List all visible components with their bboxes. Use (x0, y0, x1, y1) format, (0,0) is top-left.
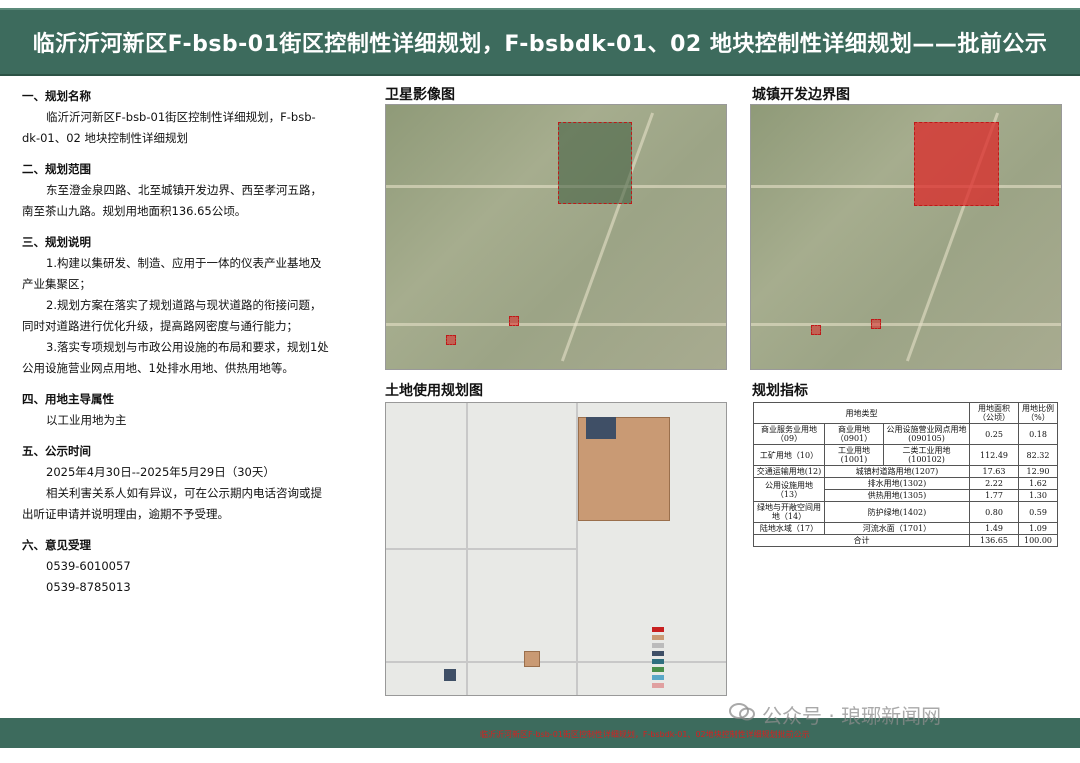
phone-number: 0539-8785013 (46, 580, 131, 594)
table-header-row: 用地类型 用地面积（公顷） 用地比例（%） (753, 402, 1058, 424)
cell-ratio: 1.62 (1018, 477, 1058, 490)
cell-category-1: 交通运输用地(12) (753, 465, 825, 478)
landuse-map-title: 土地使用规划图 (385, 383, 483, 399)
plan-description: 一、规划名称 临沂沂河新区F-bsb-01街区控制性详细规划，F-bsb- dk… (22, 86, 367, 598)
footer-text: 临沂沂河新区F-bsb-01街区控制性详细规划，F-bsbdk-01、02地块控… (480, 730, 810, 739)
cell-total-area: 136.65 (969, 534, 1019, 547)
section-line: 以工业用地为主 (46, 413, 127, 427)
cell-category-2: 工业用地(1001) (823, 444, 885, 466)
cell-category-2: 供热用地(1305) (823, 489, 971, 502)
section-line: 临沂沂河新区F-bsb-01街区控制性详细规划，F-bsb- (46, 110, 316, 124)
section-plan-scope: 二、规划范围 东至澄金泉四路、北至城镇开发边界、西至孝河五路， 南至茶山九路。规… (22, 159, 367, 222)
header-ratio: 用地比例（%） (1018, 402, 1058, 424)
section-line: 2025年4月30日--2025年5月29日（30天） (46, 465, 275, 479)
cell-category-1: 公用设施用地（13） (753, 477, 825, 502)
cell-category-1: 陆地水域（17） (753, 522, 825, 535)
boundary-map (750, 104, 1062, 370)
cell-category-2: 城镇村道路用地(1207) (823, 465, 971, 478)
header-area: 用地面积（公顷） (969, 402, 1019, 424)
table-row: 交通运输用地(12) 城镇村道路用地(1207) 17.63 12.90 (753, 465, 1058, 478)
section-line: 3.落实专项规划与市政公用设施的布局和要求，规划1处 (46, 340, 329, 354)
cell-category-2: 河流水面（1701） (823, 522, 971, 535)
cell-area: 2.22 (969, 477, 1019, 490)
cell-area: 17.63 (969, 465, 1019, 478)
table-row: 工矿用地（10） 工业用地(1001) 二类工业用地(100102) 112.4… (753, 444, 1058, 466)
satellite-map-title: 卫星影像图 (385, 87, 455, 103)
cell-category-1: 工矿用地（10） (753, 444, 825, 466)
section-plan-name: 一、规划名称 临沂沂河新区F-bsb-01街区控制性详细规划，F-bsb- dk… (22, 86, 367, 149)
development-boundary-parcel (871, 319, 881, 329)
cell-ratio: 0.18 (1018, 423, 1058, 445)
table-row: 公用设施用地（13） 排水用地(1302) 2.22 1.62 (753, 477, 1058, 502)
industrial-land-parcel (524, 651, 540, 667)
plan-area-parcel (446, 335, 456, 345)
header-banner: 临沂沂河新区F-bsb-01街区控制性详细规划，F-bsbdk-01、02 地块… (0, 8, 1080, 76)
cell-ratio: 0.59 (1018, 501, 1058, 523)
landuse-legend (652, 625, 704, 689)
page-title: 临沂沂河新区F-bsb-01街区控制性详细规划，F-bsbdk-01、02 地块… (32, 32, 1048, 57)
cell-category-1: 商业服务业用地（09） (753, 423, 825, 445)
wechat-icon (729, 703, 755, 721)
section-line: 南至茶山九路。规划用地面积136.65公顷。 (22, 204, 247, 218)
section-heading: 一、规划名称 (22, 89, 91, 103)
development-boundary-parcel (811, 325, 821, 335)
watermark: 公众号 · 琅琊新闻网 (762, 704, 942, 728)
table-total-row: 合计 136.65 100.00 (753, 534, 1058, 547)
cell-category-3: 公用设施营业网点用地(090105) (883, 423, 970, 445)
section-heading: 五、公示时间 (22, 444, 91, 458)
cell-area: 112.49 (969, 444, 1019, 466)
section-line: 公用设施营业网点用地、1处排水用地、供热用地等。 (22, 361, 294, 375)
section-feedback: 六、意见受理 0539-6010057 0539-8785013 (22, 535, 367, 598)
table-row: 绿地与开敞空间用地（14） 防护绿地(1402) 0.80 0.59 (753, 501, 1058, 523)
section-heading: 六、意见受理 (22, 538, 91, 552)
section-line: 1.构建以集研发、制造、应用于一体的仪表产业基地及 (46, 256, 322, 270)
indicators-title: 规划指标 (752, 383, 808, 399)
cell-category-3: 二类工业用地(100102) (883, 444, 970, 466)
landuse-map (385, 402, 727, 696)
cell-total-label: 合计 (753, 534, 970, 547)
cell-ratio: 12.90 (1018, 465, 1058, 478)
section-line: 同时对道路进行优化升级，提高路网密度与通行能力； (22, 319, 298, 333)
section-heading: 二、规划范围 (22, 162, 91, 176)
table-row: 陆地水域（17） 河流水面（1701） 1.49 1.09 (753, 522, 1058, 535)
cell-area: 0.80 (969, 501, 1019, 523)
public-facility-parcel (444, 669, 456, 681)
public-facility-parcel (586, 417, 616, 439)
boundary-map-title: 城镇开发边界图 (752, 87, 850, 103)
section-line: 出听证申请并说明理由，逾期不予受理。 (22, 507, 229, 521)
section-plan-notes: 三、规划说明 1.构建以集研发、制造、应用于一体的仪表产业基地及 产业集聚区； … (22, 232, 367, 379)
cell-category-2: 商业用地（0901） (823, 423, 885, 445)
section-line: 产业集聚区； (22, 277, 91, 291)
cell-category-2: 防护绿地(1402) (823, 501, 971, 523)
plan-area-parcel (509, 316, 519, 326)
section-land-attribute: 四、用地主导属性 以工业用地为主 (22, 389, 367, 431)
satellite-map (385, 104, 727, 370)
cell-category-2: 排水用地(1302) (823, 477, 971, 490)
cell-area: 1.49 (969, 522, 1019, 535)
cell-area: 1.77 (969, 489, 1019, 502)
section-line: 2.规划方案在落实了规划道路与现状道路的衔接问题， (46, 298, 322, 312)
development-boundary-parcel (914, 122, 999, 206)
section-public-time: 五、公示时间 2025年4月30日--2025年5月29日（30天） 相关利害关… (22, 441, 367, 525)
section-line: 相关利害关系人如有异议，可在公示期内电话咨询或提 (46, 486, 322, 500)
section-heading: 四、用地主导属性 (22, 392, 114, 406)
cell-ratio: 1.30 (1018, 489, 1058, 502)
section-line: 东至澄金泉四路、北至城镇开发边界、西至孝河五路， (46, 183, 322, 197)
cell-area: 0.25 (969, 423, 1019, 445)
section-line: dk-01、02 地块控制性详细规划 (22, 131, 189, 145)
cell-ratio: 82.32 (1018, 444, 1058, 466)
cell-category-1: 绿地与开敞空间用地（14） (753, 501, 825, 523)
table-row: 商业服务业用地（09） 商业用地（0901） 公用设施营业网点用地(090105… (753, 423, 1058, 445)
phone-number: 0539-6010057 (46, 559, 131, 573)
section-heading: 三、规划说明 (22, 235, 91, 249)
indicators-table: 用地类型 用地面积（公顷） 用地比例（%） 商业服务业用地（09） 商业用地（0… (753, 402, 1058, 547)
cell-ratio: 1.09 (1018, 522, 1058, 535)
plan-area-parcel (558, 122, 632, 204)
cell-total-ratio: 100.00 (1018, 534, 1058, 547)
header-category: 用地类型 (753, 402, 970, 424)
